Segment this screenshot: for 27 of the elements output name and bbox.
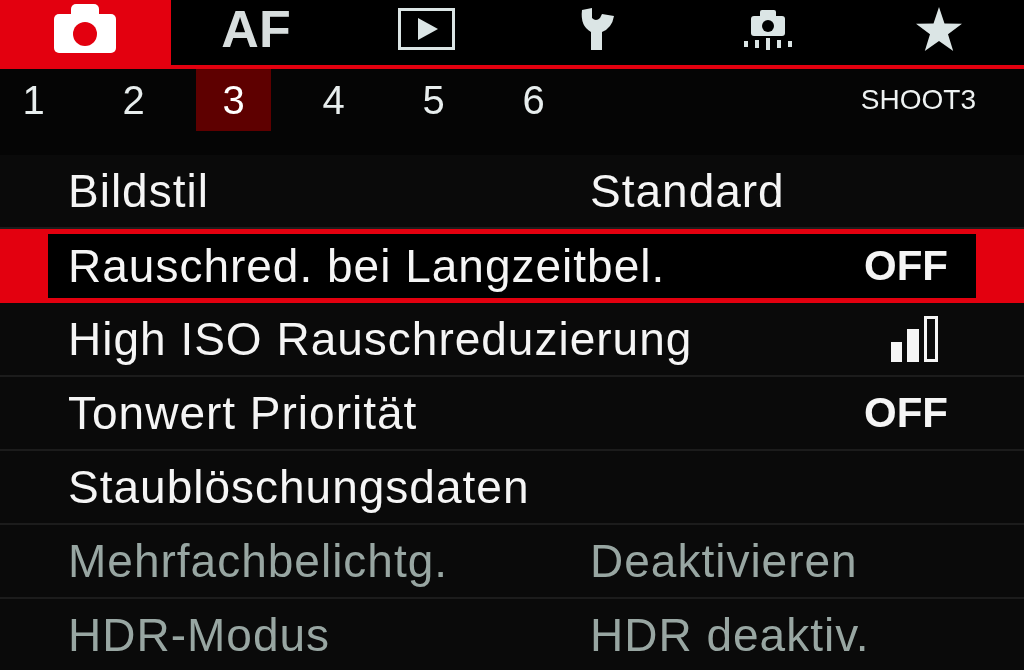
page-tab[interactable]: 6 [496, 69, 571, 131]
camera-icon [54, 4, 117, 53]
page-label: SHOOT3 [860, 86, 976, 114]
menu-row[interactable]: High ISO Rauschreduzierung [0, 303, 1024, 377]
page-tab[interactable]: 4 [296, 69, 371, 131]
star-icon [915, 6, 962, 51]
setting-value: OFF [864, 392, 948, 434]
menu-row[interactable]: Staublöschungsdaten [0, 451, 1024, 525]
page-tab[interactable]: 1 [0, 69, 71, 131]
menu-row[interactable]: Rauschred. bei Langzeitbel. OFF [0, 229, 1024, 303]
setting-name: Bildstil [68, 168, 210, 214]
wrench-icon [579, 7, 615, 50]
camera-with-dashes-icon [743, 7, 793, 50]
menu-tab[interactable]: AF [170, 0, 342, 65]
setting-value: OFF [864, 245, 948, 287]
playback-icon [398, 7, 456, 50]
page-tab[interactable]: 3 [196, 69, 271, 131]
setting-name: Tonwert Priorität [68, 390, 418, 436]
setting-name: HDR-Modus [68, 612, 332, 658]
setting-value: HDR deaktiv. [590, 612, 870, 658]
menu-row[interactable]: Tonwert Priorität OFF [0, 377, 1024, 451]
page-tab[interactable]: 2 [96, 69, 171, 131]
setting-value: Standard [590, 168, 785, 214]
menu-row[interactable]: Bildstil Standard [0, 155, 1024, 229]
page-tab[interactable]: 5 [396, 69, 471, 131]
menu-tab[interactable] [853, 0, 1024, 65]
setting-value: Deaktivieren [590, 538, 858, 584]
